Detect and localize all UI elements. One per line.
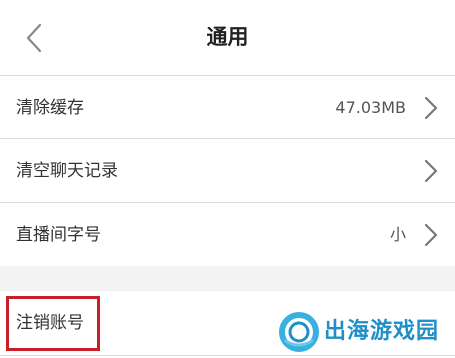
watermark: 出海游戏园 <box>278 311 448 353</box>
chevron-left-icon <box>26 23 42 53</box>
watermark-text: 出海游戏园 <box>324 319 440 344</box>
clear-chat-history-row[interactable]: 清空聊天记录 <box>0 139 455 203</box>
clear-chat-history-label: 清空聊天记录 <box>16 161 118 181</box>
font-size-value: 小 <box>389 225 406 244</box>
back-button[interactable] <box>14 18 54 58</box>
page-title: 通用 <box>206 25 249 49</box>
clear-cache-row[interactable]: 清除缓存 47.03MB <box>0 76 455 140</box>
chevron-right-icon <box>423 159 439 183</box>
live-font-size-label: 直播间字号 <box>16 225 101 245</box>
chevron-right-icon <box>423 223 439 247</box>
clear-cache-label: 清除缓存 <box>16 98 84 118</box>
divider <box>0 355 455 356</box>
live-font-size-row[interactable]: 直播间字号 小 <box>0 203 455 267</box>
header-bar: 通用 <box>0 0 455 75</box>
cancel-account-label: 注销账号 <box>16 313 84 333</box>
chevron-right-icon <box>423 96 439 120</box>
cache-size-value: 47.03MB <box>335 98 406 117</box>
general-settings-screen: 通用 清除缓存 47.03MB 清空聊天记录 直播间字号 小 注销账号 出海游戏… <box>0 0 455 358</box>
section-gap <box>0 266 455 291</box>
watermark-logo-icon <box>279 312 319 352</box>
